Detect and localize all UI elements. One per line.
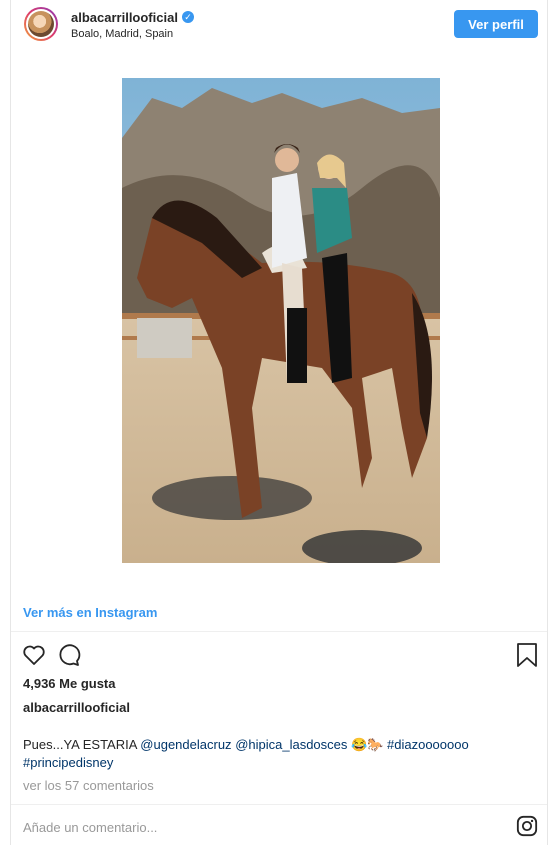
instagram-icon[interactable]: [516, 815, 538, 837]
mention-link[interactable]: @hipica_lasdosces: [235, 737, 347, 752]
post-caption: Pues...YA ESTARIA @ugendelacruz @hipica_…: [23, 736, 523, 772]
divider: [11, 631, 547, 632]
view-more-on-instagram-link[interactable]: Ver más en Instagram: [23, 605, 157, 620]
mention-link[interactable]: @ugendelacruz: [140, 737, 231, 752]
add-comment-field[interactable]: Añade un comentario...: [23, 820, 157, 835]
verified-badge-icon: ✓: [182, 11, 194, 23]
bookmark-icon[interactable]: [516, 642, 538, 668]
view-comments-link[interactable]: ver los 57 comentarios: [23, 778, 154, 793]
comment-icon[interactable]: [57, 643, 81, 667]
hashtag-link[interactable]: #diazooooooo: [387, 737, 469, 752]
view-profile-button[interactable]: Ver perfil: [454, 10, 538, 38]
heart-icon[interactable]: [22, 643, 46, 667]
caption-emoji: 😂🐎: [351, 737, 384, 752]
horse-riders-photo: [122, 78, 440, 563]
avatar[interactable]: [24, 7, 58, 41]
username-link[interactable]: albacarrillooficial: [71, 10, 178, 25]
divider: [11, 804, 547, 805]
caption-username[interactable]: albacarrillooficial: [23, 700, 130, 715]
likes-count[interactable]: 4,936 Me gusta: [23, 676, 116, 691]
instagram-embed-card: albacarrillooficial ✓ Boalo, Madrid, Spa…: [10, 0, 548, 845]
action-bar: [11, 641, 547, 669]
post-header: albacarrillooficial ✓ Boalo, Madrid, Spa…: [11, 0, 547, 52]
post-photo[interactable]: [122, 78, 440, 563]
caption-text: Pues...YA ESTARIA: [23, 737, 141, 752]
location-link[interactable]: Boalo, Madrid, Spain: [71, 28, 173, 40]
hashtag-link[interactable]: #principedisney: [23, 755, 113, 770]
